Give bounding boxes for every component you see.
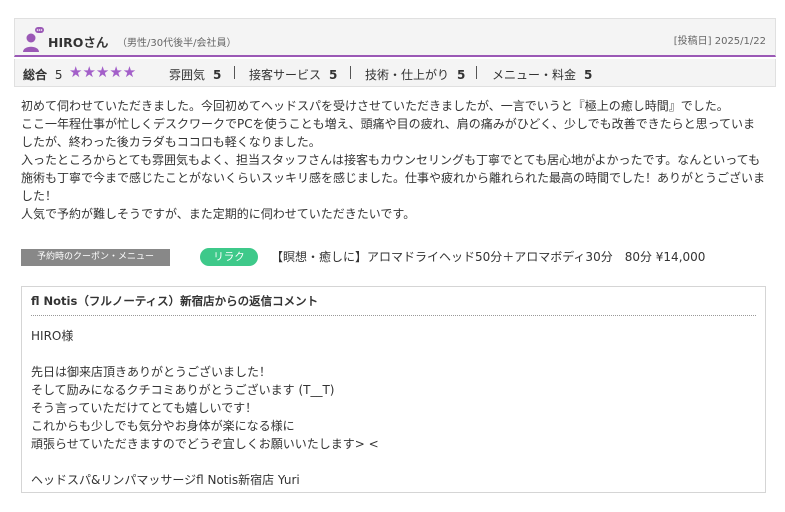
rating-value: 5 — [213, 68, 222, 82]
reply-line: そう言っていただけてとても嬉しいです！ — [31, 401, 258, 415]
shop-reply: fl Notis（フルノーティス）新宿店からの返信コメント HIRO様 先日は御… — [21, 286, 766, 493]
rating-value: 5 — [457, 68, 466, 82]
overall-label: 総合 — [23, 68, 48, 82]
reply-line — [31, 345, 379, 363]
rating-stars-icon: ★★★★★ — [69, 63, 137, 81]
rating-menu-price: メニュー・料金 5 — [492, 66, 592, 83]
reply-line: そして励みになるクチコミありがとうございます (T__T) — [31, 383, 335, 397]
category-badge: リラク — [200, 248, 258, 266]
review-line: 初めて伺わせていただきました。今回初めてヘッドスパを受けさせていただきましたが、… — [21, 99, 729, 113]
reply-line: HIRO様 — [31, 329, 74, 343]
review-body: 初めて伺わせていただきました。今回初めてヘッドスパを受けさせていただきましたが、… — [21, 97, 769, 223]
reply-title: fl Notis（フルノーティス）新宿店からの返信コメント — [31, 294, 319, 308]
divider — [234, 66, 235, 79]
review-line: ここ一年程仕事が忙しくデスクワークでPCを使うことも増え、頭痛や目の疲れ、肩の痛… — [21, 117, 756, 131]
reviewer-info: （男性/30代後半/会社員） — [117, 38, 237, 49]
reply-body: HIRO様 先日は御来店頂きありがとうございました！ そして励みになるクチコミあ… — [31, 327, 379, 489]
review-line: 入ったところからとても雰囲気もよく、担当スタッフさんは接客もカウンセリングも丁寧… — [21, 153, 761, 167]
reply-line: 先日は御来店頂きありがとうございました！ — [31, 365, 272, 379]
reviewer-name: HIROさん — [48, 35, 109, 50]
user-avatar-icon — [23, 27, 44, 52]
review-line: したが、終わった後カラダもココロも軽くなりました。 — [21, 135, 321, 149]
reply-line: 頑張らせていただきますのでどうぞ宜しくお願いいたします> < — [31, 437, 379, 451]
ratings-bar: 総合 5 ★★★★★ 雰囲気 5 接客サービス 5 技術・仕上がり 5 メニュー・料金… — [14, 59, 776, 87]
reply-divider — [31, 315, 756, 316]
rating-label: 雰囲気 — [169, 68, 206, 82]
rating-atmosphere: 雰囲気 5 — [169, 66, 221, 83]
rating-value: 5 — [329, 68, 338, 82]
review-header: HIROさん （男性/30代後半/会社員） [投稿日] 2025/1/22 — [14, 18, 776, 57]
divider — [350, 66, 351, 79]
rating-value: 5 — [584, 68, 593, 82]
divider — [476, 66, 477, 79]
overall-rating: 総合 5 — [23, 66, 62, 83]
review-line: 施術も丁寧で今まで感じたことがないくらいスッキリ感を感じました。仕事や疲れから離… — [21, 171, 766, 185]
review-line: 人気で予約が難しそうですが、また定期的に伺わせていただきたいです。 — [21, 207, 416, 221]
reply-line — [31, 453, 379, 471]
rating-label: 接客サービス — [249, 68, 322, 82]
reply-line: ヘッドスパ&リンパマッサージfl Notis新宿店 Yuri — [31, 473, 300, 487]
rating-label: メニュー・料金 — [492, 68, 577, 82]
coupon-tag: 予約時のクーポン・メニュー — [21, 249, 170, 266]
rating-technique: 技術・仕上がり 5 — [365, 66, 465, 83]
overall-value: 5 — [54, 68, 63, 82]
coupon-menu-link[interactable]: 【瞑想・癒しに】アロマドライヘッド50分＋アロマボディ30分 80分 ¥14,0… — [271, 248, 705, 265]
rating-service: 接客サービス 5 — [249, 66, 337, 83]
reply-line: これからも少しでも気分やお身体が楽になる様に — [31, 419, 295, 433]
review-line: した！ — [21, 189, 58, 203]
rating-label: 技術・仕上がり — [365, 68, 450, 82]
post-date: [投稿日] 2025/1/22 — [673, 36, 766, 47]
